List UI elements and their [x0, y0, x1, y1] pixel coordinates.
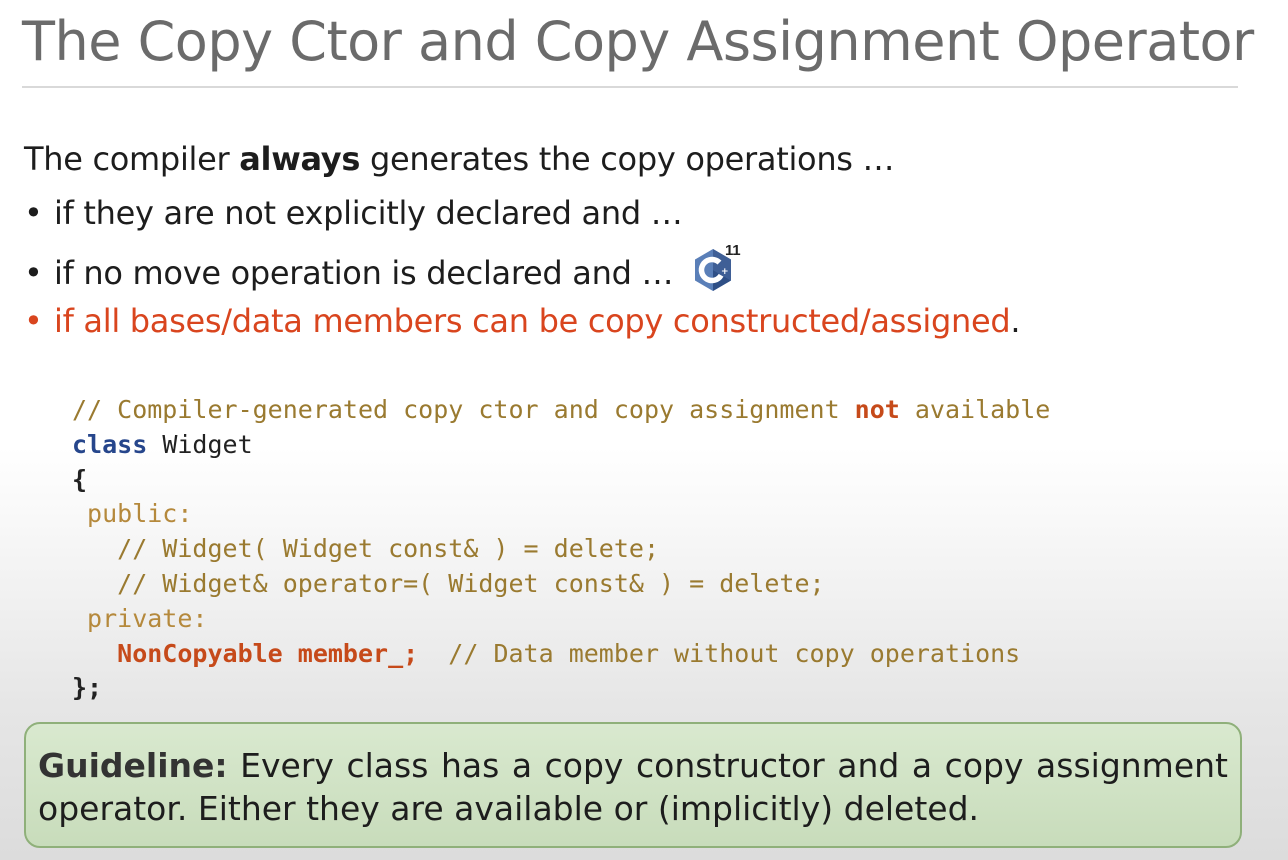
intro-text-after: generates the copy operations … — [360, 140, 895, 178]
code-comment: // Data member without copy operations — [418, 638, 1021, 668]
code-line: // Widget& operator=( Widget const& ) = … — [72, 567, 1050, 602]
code-line: NonCopyable member_; // Data member with… — [72, 637, 1050, 672]
bullet-item: • if all bases/data members can be copy c… — [24, 302, 1021, 340]
guideline-label: Guideline: — [38, 746, 228, 785]
code-line: }; — [72, 671, 1050, 706]
guideline-box: Guideline: Every class has a copy constr… — [24, 722, 1242, 848]
bullet-text: if they are not explicitly declared and … — [54, 194, 683, 232]
code-public-keyword: public: — [72, 499, 193, 529]
code-close-brace: }; — [72, 673, 103, 703]
code-line: private: — [72, 602, 1050, 637]
code-member-declaration: NonCopyable member_; — [117, 638, 419, 668]
code-comment: // Compiler-generated copy ctor and copy… — [72, 395, 855, 424]
slide-title: The Copy Ctor and Copy Assignment Operat… — [22, 10, 1254, 73]
code-not-keyword: not — [854, 395, 900, 424]
code-private-keyword: private: — [72, 603, 208, 633]
bullet-text-highlighted: if all bases/data members can be copy co… — [54, 302, 1011, 340]
intro-text-before: The compiler — [24, 140, 240, 178]
code-class-keyword: class — [72, 429, 148, 459]
code-comment: // Widget& operator=( Widget const& ) = … — [72, 568, 825, 598]
code-comment-tail: available — [899, 395, 1051, 424]
code-comment: // Widget( Widget const& ) = delete; — [72, 534, 659, 564]
intro-bold-word: always — [239, 140, 361, 178]
intro-line: The compiler always generates the copy o… — [24, 140, 895, 178]
code-line: // Compiler-generated copy ctor and copy… — [72, 393, 1050, 428]
bullet-marker: • — [24, 194, 43, 232]
svg-text:+: + — [721, 267, 728, 277]
code-line: // Widget( Widget const& ) = delete; — [72, 532, 1050, 567]
title-divider — [22, 86, 1238, 88]
code-line: { — [72, 463, 1050, 498]
cpp-logo-icon: + 11 — [693, 242, 741, 294]
cpp-version-superscript: 11 — [725, 242, 741, 259]
bullet-item: • if no move operation is declared and … … — [24, 242, 741, 294]
bullet-text: if no move operation is declared and … — [54, 254, 674, 292]
code-open-brace: { — [72, 464, 88, 494]
bullet-marker: • — [24, 254, 43, 292]
bullet-trailing-period: . — [1010, 302, 1021, 340]
code-line: public: — [72, 497, 1050, 532]
code-class-name: Widget — [147, 429, 253, 459]
bullet-item: • if they are not explicitly declared and… — [24, 194, 683, 232]
bullet-marker: • — [24, 302, 43, 340]
code-line: class Widget — [72, 428, 1050, 463]
code-block: // Compiler-generated copy ctor and copy… — [72, 393, 1050, 706]
